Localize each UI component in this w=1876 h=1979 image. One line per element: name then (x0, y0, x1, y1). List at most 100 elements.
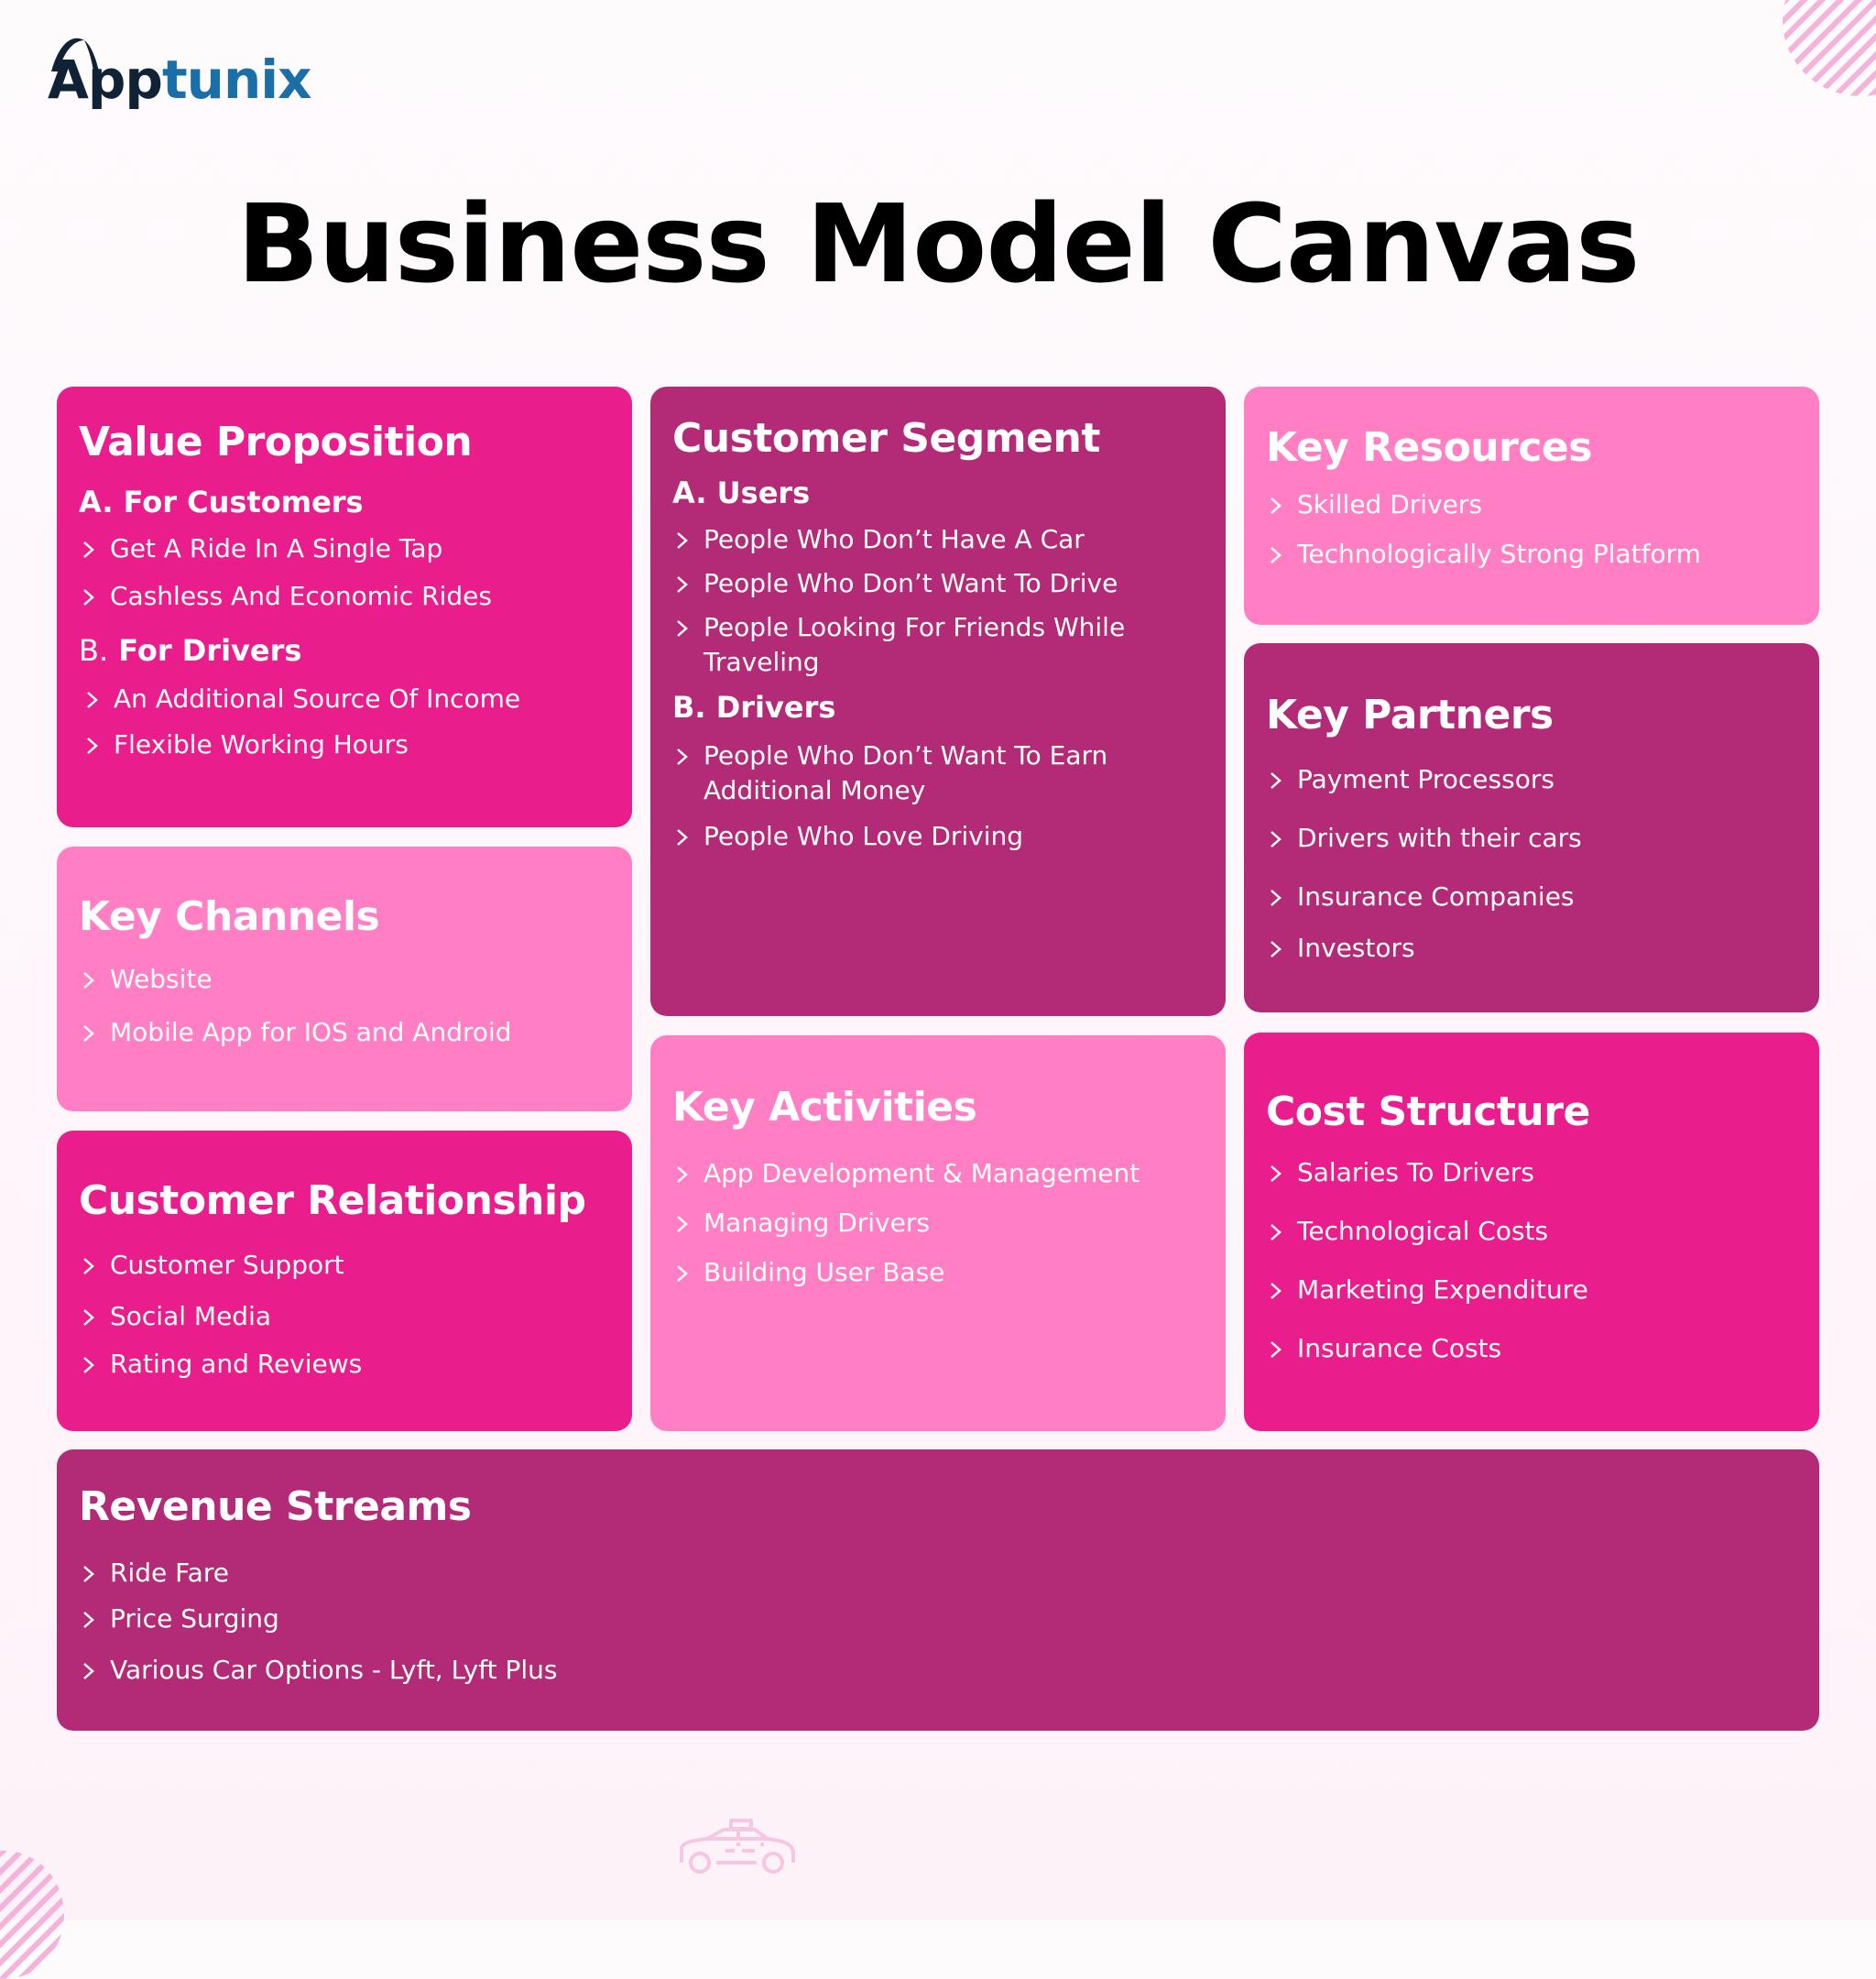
chevron-right-icon (677, 829, 688, 846)
group-prefix: A. (672, 476, 707, 510)
chevron-right-icon (1271, 772, 1282, 789)
chevron-right-icon (1271, 890, 1282, 906)
list-item: Get A Ride In A Single Tap (79, 531, 632, 566)
list-item: Drivers with their cars (1266, 821, 1819, 856)
group-label: For Drivers (118, 633, 302, 668)
key-partners-card: Key Partners Payment Processors Drivers … (1244, 643, 1819, 1012)
item-text: People Who Love Driving (704, 821, 1024, 851)
chevron-right-icon (677, 576, 688, 593)
list-item: App Development & Management (672, 1156, 1226, 1191)
item-text: People Who Don’t Want To Drive (704, 568, 1118, 598)
card-title: Key Channels (79, 893, 380, 940)
chevron-right-icon (83, 1258, 94, 1274)
customer-relationship-card: Customer Relationship Customer Support S… (57, 1131, 632, 1431)
group-label: For Customers (123, 485, 364, 519)
key-resources-card: Key Resources Skilled Drivers Technologi… (1244, 387, 1819, 625)
chevron-right-icon (83, 589, 94, 606)
chevron-right-icon (1271, 941, 1282, 957)
chevron-right-icon (83, 1309, 94, 1326)
item-text: An Additional Source Of Income (114, 683, 521, 714)
item-text: People Who Don’t Want To Earn Additional… (704, 740, 1108, 805)
apptunix-logo: Apptunix (48, 35, 312, 114)
list-item: Flexible Working Hours (82, 727, 632, 762)
chevron-right-icon (1271, 1341, 1282, 1358)
item-text: Skilled Drivers (1297, 489, 1482, 519)
card-title: Customer Segment (672, 415, 1100, 462)
item-list: People Who Don’t Have A Car People Who D… (672, 522, 1226, 680)
list-item: People Who Don’t Want To Earn Additional… (672, 738, 1149, 808)
group-heading: B. Drivers (672, 689, 1226, 726)
item-list: Get A Ride In A Single Tap Cashless And … (79, 531, 632, 614)
chevron-right-icon (1271, 547, 1282, 563)
item-text: Customer Support (110, 1250, 344, 1280)
item-list: Ride Fare Price Surging Various Car Opti… (79, 1556, 1819, 1688)
chevron-right-icon (1271, 497, 1282, 514)
item-text: Managing Drivers (704, 1208, 930, 1238)
item-text: Get A Ride In A Single Tap (110, 533, 443, 563)
logo-wordmark: Apptunix (48, 48, 312, 112)
item-text: Website (110, 964, 213, 994)
chevron-right-icon (677, 1216, 688, 1232)
list-item: Various Car Options - Lyft, Lyft Plus (79, 1653, 1819, 1688)
card-title: Key Activities (672, 1084, 977, 1131)
group-heading: A. For Customers (79, 484, 632, 520)
card-title: Key Resources (1266, 424, 1592, 471)
card-title: Key Partners (1266, 692, 1554, 738)
key-activities-card: Key Activities App Development & Managem… (650, 1035, 1226, 1431)
chevron-right-icon (83, 1663, 94, 1679)
item-list: App Development & Management Managing Dr… (672, 1156, 1226, 1290)
item-text: Various Car Options - Lyft, Lyft Plus (110, 1655, 558, 1685)
list-item: Investors (1266, 931, 1819, 966)
chevron-right-icon (1271, 1224, 1282, 1241)
card-title: Value Proposition (79, 419, 473, 465)
group-label: Users (716, 476, 811, 510)
list-item: Social Media (79, 1299, 632, 1334)
card-title: Cost Structure (1266, 1088, 1590, 1135)
group-heading: B. For Drivers (79, 632, 632, 669)
list-item: Price Surging (79, 1602, 1819, 1636)
item-text: Mobile App for IOS and Android (110, 1017, 512, 1047)
item-text: Rating and Reviews (110, 1349, 363, 1379)
list-item: Technological Costs (1266, 1214, 1819, 1249)
list-item: People Who Don’t Want To Drive (672, 566, 1226, 601)
list-item: An Additional Source Of Income (82, 682, 632, 716)
item-text: Technological Costs (1297, 1216, 1549, 1246)
group-prefix: A. (79, 485, 114, 519)
card-title: Customer Relationship (79, 1177, 586, 1224)
chevron-right-icon (1271, 831, 1282, 847)
item-list: Payment Processors Drivers with their ca… (1266, 762, 1819, 966)
item-text: Drivers with their cars (1297, 823, 1582, 853)
item-list: People Who Don’t Want To Earn Additional… (672, 738, 1226, 854)
list-item: Marketing Expenditure (1266, 1273, 1819, 1307)
item-list: Salaries To Drivers Technological Costs … (1266, 1155, 1819, 1366)
list-item: Building User Base (672, 1255, 1226, 1290)
cost-structure-card: Cost Structure Salaries To Drivers Techn… (1244, 1033, 1819, 1431)
list-item: Mobile App for IOS and Android (79, 1015, 632, 1050)
chevron-right-icon (1271, 1283, 1282, 1299)
card-title: Revenue Streams (79, 1483, 472, 1530)
list-item: Technologically Strong Platform (1266, 537, 1819, 572)
chevron-right-icon (677, 1166, 688, 1183)
logo-text-dark: App (48, 49, 163, 111)
chevron-right-icon (87, 738, 98, 754)
page-title: Business Model Canvas (236, 180, 1641, 307)
chevron-right-icon (677, 532, 688, 549)
value-proposition-card: Value Proposition A. For Customers Get A… (57, 387, 632, 827)
chevron-right-icon (83, 1025, 94, 1042)
chevron-right-icon (83, 541, 94, 558)
item-text: Investors (1297, 933, 1415, 963)
list-item: Customer Support (79, 1248, 632, 1283)
list-item: Managing Drivers (672, 1206, 1226, 1241)
item-text: Insurance Companies (1297, 881, 1575, 912)
key-channels-card: Key Channels Website Mobile App for IOS … (57, 847, 632, 1111)
chevron-right-icon (1271, 1165, 1282, 1182)
item-text: Payment Processors (1297, 764, 1554, 794)
list-item: People Who Love Driving (672, 819, 1226, 854)
item-text: Social Media (110, 1301, 272, 1331)
list-item: Skilled Drivers (1266, 487, 1819, 522)
item-text: Cashless And Economic Rides (110, 581, 492, 611)
chevron-right-icon (87, 692, 98, 708)
item-text: Building User Base (704, 1257, 945, 1287)
list-item: Website (79, 962, 632, 997)
list-item: Rating and Reviews (79, 1347, 632, 1382)
